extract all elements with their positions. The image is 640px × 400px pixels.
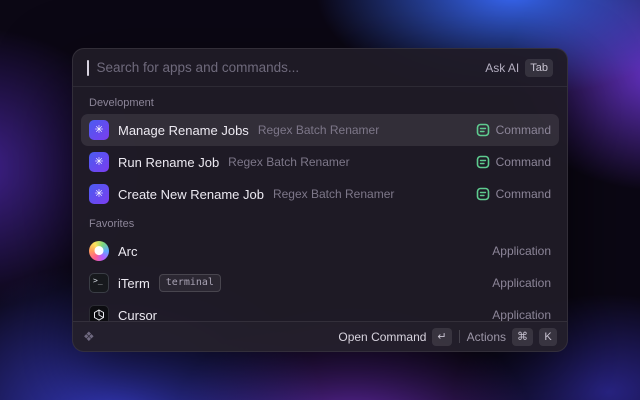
list-item-cursor[interactable]: Cursor Application — [81, 299, 559, 321]
results-list: Development ✳ Manage Rename Jobs Regex B… — [73, 87, 567, 321]
footer-app-icon: ❖ — [83, 330, 95, 343]
item-type: Command — [496, 123, 551, 137]
list-item-create-new-rename-job[interactable]: ✳ Create New Rename Job Regex Batch Rena… — [81, 178, 559, 210]
open-command-label: Open Command — [338, 330, 426, 344]
footer-bar: ❖ Open Command ↵ Actions ⌘ K — [73, 321, 567, 351]
arc-app-icon — [89, 241, 109, 261]
item-tag-badge: terminal — [159, 274, 221, 292]
ask-ai-label: Ask AI — [485, 61, 519, 75]
footer-divider — [459, 330, 460, 343]
cursor-app-icon — [89, 305, 109, 321]
regex-batch-renamer-icon: ✳ — [89, 120, 109, 140]
command-icon — [476, 155, 490, 169]
item-title: Run Rename Job — [118, 155, 219, 170]
cmd-key-badge: ⌘ — [512, 328, 533, 346]
list-item-manage-rename-jobs[interactable]: ✳ Manage Rename Jobs Regex Batch Renamer… — [81, 114, 559, 146]
item-type: Command — [496, 155, 551, 169]
item-type: Command — [496, 187, 551, 201]
list-item-run-rename-job[interactable]: ✳ Run Rename Job Regex Batch Renamer Com… — [81, 146, 559, 178]
k-key-badge: K — [539, 328, 557, 346]
regex-batch-renamer-icon: ✳ — [89, 152, 109, 172]
item-title: Manage Rename Jobs — [118, 123, 249, 138]
section-title-development: Development — [81, 89, 559, 114]
regex-batch-renamer-icon: ✳ — [89, 184, 109, 204]
enter-key-badge: ↵ — [432, 328, 451, 346]
actions-label: Actions — [467, 330, 506, 344]
launcher-window: Ask AI Tab Development ✳ Manage Rename J… — [72, 48, 568, 352]
item-subtitle: Regex Batch Renamer — [228, 155, 349, 169]
item-title: Cursor — [118, 308, 157, 322]
section-title-favorites: Favorites — [81, 210, 559, 235]
iterm-app-icon: >_ — [89, 273, 109, 293]
item-subtitle: Regex Batch Renamer — [273, 187, 394, 201]
open-command-button[interactable]: Open Command ↵ — [338, 328, 451, 346]
list-item-arc[interactable]: Arc Application — [81, 235, 559, 267]
search-input[interactable] — [97, 60, 478, 75]
tab-key-badge: Tab — [525, 59, 553, 77]
ask-ai-button[interactable]: Ask AI Tab — [485, 59, 553, 77]
search-bar: Ask AI Tab — [73, 49, 567, 87]
actions-button[interactable]: Actions ⌘ K — [467, 328, 557, 346]
command-icon — [476, 187, 490, 201]
item-title: Arc — [118, 244, 138, 259]
text-caret — [87, 60, 89, 76]
item-type: Application — [492, 308, 551, 321]
item-subtitle: Regex Batch Renamer — [258, 123, 379, 137]
item-title: Create New Rename Job — [118, 187, 264, 202]
list-item-iterm[interactable]: >_ iTerm terminal Application — [81, 267, 559, 299]
item-type: Application — [492, 244, 551, 258]
item-title: iTerm — [118, 276, 150, 291]
command-icon — [476, 123, 490, 137]
item-type: Application — [492, 276, 551, 290]
